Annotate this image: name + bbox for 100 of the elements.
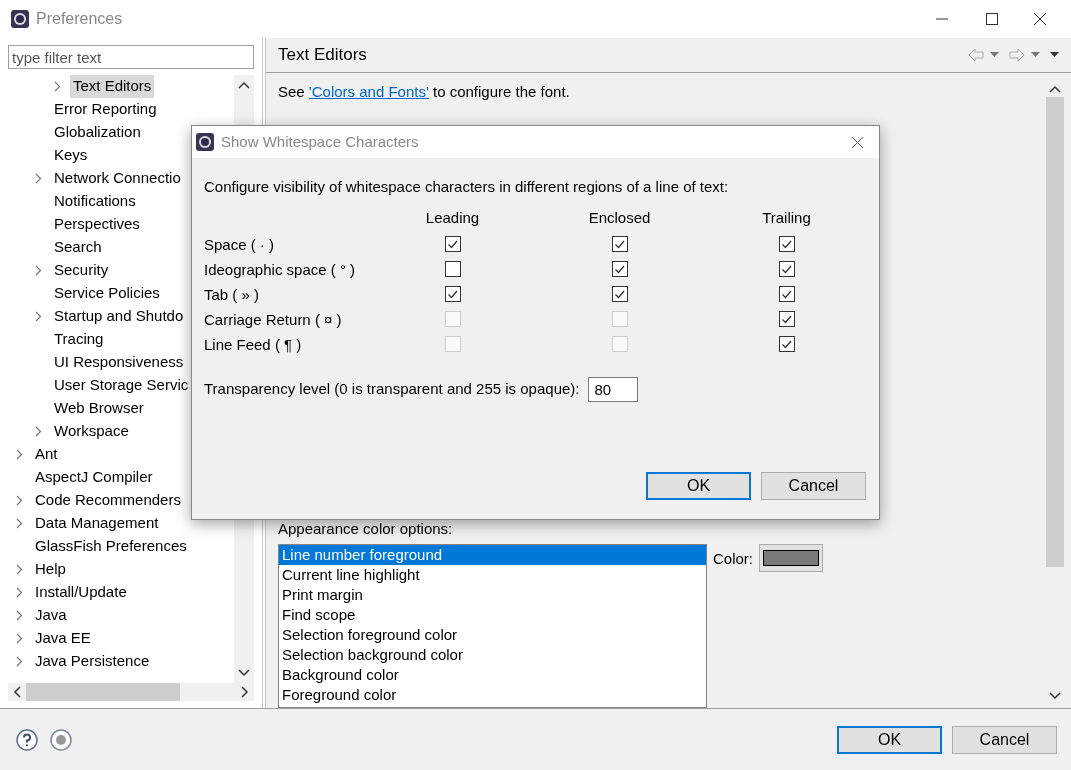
tree-item[interactable]: Help [32,558,69,581]
list-item[interactable]: Line number foreground [279,545,706,565]
colors-fonts-link[interactable]: 'Colors and Fonts' [308,83,429,100]
tree-item[interactable]: GlassFish Preferences [32,535,190,558]
checkbox[interactable] [778,336,795,352]
expand-chevron-icon[interactable] [16,610,23,621]
list-item[interactable]: Current line highlight [279,565,706,585]
maximize-icon[interactable] [985,12,999,26]
checkbox[interactable] [444,236,461,252]
dropdown-icon[interactable] [990,52,999,58]
tree-item[interactable]: Web Browser [51,397,147,420]
checkbox[interactable] [778,261,795,277]
column-header: Leading [424,207,481,228]
tree-item[interactable]: Text Editors [70,75,155,98]
checkbox[interactable] [444,286,461,302]
help-icon[interactable] [16,728,38,751]
filter-field[interactable]: type filter text [8,45,254,69]
color-swatch [763,550,819,566]
checkbox[interactable] [611,261,628,277]
list-item[interactable]: Foreground color [279,685,706,705]
tree-item[interactable]: Search [51,236,105,259]
tree-item[interactable]: Service Policies [51,282,163,305]
scroll-up-icon[interactable] [238,81,250,89]
tree-item[interactable]: Perspectives [51,213,143,236]
row-label: Carriage Return ( ¤ ) [204,309,343,330]
dropdown-icon[interactable] [1031,52,1040,58]
checkbox[interactable] [778,311,795,327]
tree-item[interactable]: Data Management [32,512,162,535]
tree-item[interactable]: Error Reporting [51,98,160,121]
view-menu-icon[interactable] [1050,52,1059,58]
dialog-button[interactable]: OK [646,472,751,500]
checkbox[interactable] [611,286,628,302]
record-icon[interactable] [50,728,72,751]
description-text: Configure visibility of whitespace characters in different regions of a line of text: [204,177,730,197]
tree-item[interactable]: Workspace [51,420,132,443]
transparency-field[interactable]: 80 [587,376,638,402]
expand-chevron-icon[interactable] [35,173,42,184]
row-label: Ideographic space ( ° ) [204,259,357,280]
color-label: Color: [713,549,753,569]
expand-chevron-icon[interactable] [16,518,23,529]
list-item[interactable]: Background color [279,665,706,685]
tree-item[interactable]: Code Recommenders [32,489,184,512]
tree-item[interactable]: User Storage Servic [51,374,192,397]
tree-item[interactable]: Java EE [32,627,94,650]
tree-item[interactable]: Security [51,259,112,282]
page-title: Text Editors [278,44,367,67]
expand-chevron-icon[interactable] [35,311,42,322]
color-options-list[interactable]: Line number foreground Current line highlight Print margin Find scope Selection foreground color Selection background color Background color Foreground color [278,544,707,708]
row-label: Tab ( » ) [204,284,261,305]
tree-item[interactable]: Ant [32,443,61,466]
window-title: Preferences [36,9,123,29]
row-label: Space ( · ) [204,234,276,255]
scroll-thumb[interactable] [26,683,180,701]
checkbox[interactable] [778,236,795,252]
expand-chevron-icon[interactable] [16,633,23,644]
expand-chevron-icon[interactable] [16,495,23,506]
row-label: Line Feed ( ¶ ) [204,334,303,355]
column-header: Enclosed [587,207,652,228]
tree-item[interactable]: Globalization [51,121,144,144]
dialog-button[interactable]: Cancel [761,472,866,500]
horizontal-scrollbar[interactable] [8,683,254,701]
checkbox[interactable] [611,236,628,252]
list-item[interactable]: Find scope [279,605,706,625]
list-item[interactable]: Print margin [279,585,706,605]
expand-chevron-icon[interactable] [16,587,23,598]
expand-chevron-icon[interactable] [35,265,42,276]
tree-item[interactable]: Network Connectio [51,167,184,190]
expand-chevron-icon[interactable] [35,426,42,437]
list-item[interactable]: Selection foreground color [279,625,706,645]
list-item[interactable]: Selection background color [279,645,706,665]
scroll-thumb[interactable] [1046,97,1064,567]
expand-chevron-icon[interactable] [54,81,61,92]
checkbox[interactable] [778,286,795,302]
tree-item[interactable]: AspectJ Compiler [32,466,156,489]
expand-chevron-icon[interactable] [16,656,23,667]
tree-item[interactable]: Java [32,604,70,627]
expand-chevron-icon[interactable] [16,564,23,575]
scroll-left-icon[interactable] [13,686,21,698]
color-swatch-button[interactable] [759,544,823,572]
tree-item[interactable]: Java Persistence [32,650,153,673]
dialog-button[interactable]: OK [837,725,942,754]
scroll-right-icon[interactable] [241,686,249,698]
section-label: Appearance color options: [278,518,454,539]
dialog-title: Show Whitespace Characters [221,131,419,152]
app-icon [195,132,215,152]
tree-item[interactable]: Notifications [51,190,139,213]
app-icon [10,9,30,29]
tree-item[interactable]: Keys [51,144,91,167]
dialog-button[interactable]: Cancel [952,725,1057,754]
tree-item[interactable]: UI Responsiveness [51,351,187,374]
close-icon[interactable] [851,135,864,149]
tree-item[interactable]: Tracing [51,328,107,351]
expand-chevron-icon[interactable] [16,449,23,460]
close-icon[interactable] [1033,12,1047,26]
scroll-down-icon[interactable] [1049,692,1061,700]
scroll-down-icon[interactable] [238,669,250,677]
tree-item[interactable]: Startup and Shutdo [51,305,187,328]
tree-item[interactable]: Install/Update [32,581,130,604]
scroll-up-icon[interactable] [1049,85,1061,93]
checkbox[interactable] [444,261,461,277]
